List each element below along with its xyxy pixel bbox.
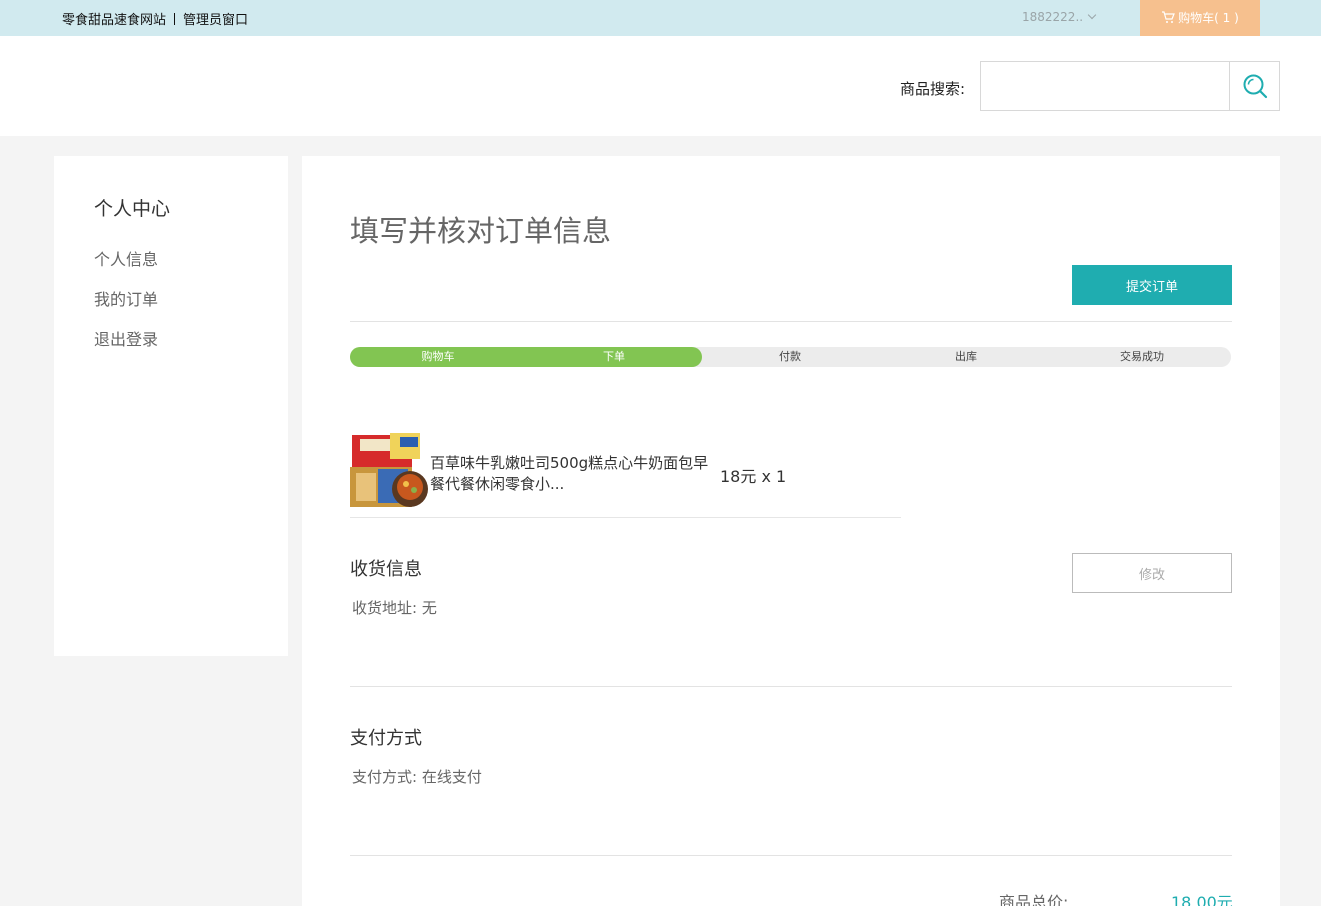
shipping-section-title: 收货信息 (350, 559, 422, 580)
progress-step-shipping: 出库 (955, 350, 977, 363)
submit-order-button[interactable]: 提交订单 (1072, 265, 1232, 305)
sidebar-item-profile[interactable]: 个人信息 (94, 246, 158, 270)
sidebar-title: 个人中心 (94, 198, 171, 220)
payment-method: 支付方式: 在线支付 (352, 766, 482, 787)
header: 商品搜索: (0, 36, 1321, 136)
order-panel: 填写并核对订单信息 提交订单 购物车 下单 付款 出库 交易成功 百草味牛乳嫩吐… (302, 156, 1280, 906)
separator (174, 13, 176, 25)
search-icon (1243, 74, 1267, 99)
chevron-down-icon (1087, 10, 1097, 20)
payment-method-label: 支付方式: (352, 768, 418, 786)
edit-address-button[interactable]: 修改 (1072, 553, 1232, 593)
product-price-quantity: 18元 x 1 (720, 467, 787, 486)
divider (350, 686, 1232, 687)
shipping-address: 收货地址: 无 (352, 597, 437, 618)
admin-window-link[interactable]: 管理员窗口 (183, 13, 248, 28)
cart-icon (1162, 11, 1176, 23)
top-bar: 零食甜品速食网站 管理员窗口 1882222.. 购物车( 1 ) (0, 0, 1321, 36)
username: 1882222.. (1022, 10, 1084, 24)
page-title: 填写并核对订单信息 (350, 214, 612, 248)
cart-label: 购物车( 1 ) (1178, 11, 1239, 25)
product-thumbnail (350, 429, 430, 509)
search-input[interactable] (980, 61, 1230, 111)
user-menu[interactable]: 1882222.. (1022, 10, 1097, 24)
progress-step-payment: 付款 (779, 350, 801, 363)
progress-step-cart: 购物车 (421, 350, 455, 363)
progress-step-success: 交易成功 (1120, 350, 1164, 363)
sidebar-item-logout[interactable]: 退出登录 (94, 326, 158, 350)
order-progress-bar: 购物车 下单 付款 出库 交易成功 (350, 347, 1231, 367)
site-links: 零食甜品速食网站 管理员窗口 (62, 9, 248, 28)
search-button[interactable] (1230, 61, 1280, 111)
payment-method-value: 在线支付 (421, 768, 482, 786)
site-name-link[interactable]: 零食甜品速食网站 (62, 13, 166, 28)
cart-button[interactable]: 购物车( 1 ) (1140, 0, 1260, 36)
address-label: 收货地址: (352, 599, 418, 617)
progress-step-order: 下单 (603, 350, 625, 363)
address-value: 无 (421, 599, 437, 617)
sidebar: 个人中心 个人信息 我的订单 退出登录 (54, 156, 288, 656)
total-price-value: 18.00元 (1171, 893, 1233, 906)
sidebar-item-orders[interactable]: 我的订单 (94, 286, 158, 310)
search-label: 商品搜索: (900, 80, 966, 98)
divider (350, 855, 1232, 856)
total-price-label: 商品总价: (999, 893, 1069, 906)
payment-section-title: 支付方式 (350, 728, 422, 749)
divider (350, 321, 1232, 322)
order-item: 百草味牛乳嫩吐司500g糕点心牛奶面包早餐代餐休闲零食小... 18元 x 1 (350, 429, 901, 518)
product-name[interactable]: 百草味牛乳嫩吐司500g糕点心牛奶面包早餐代餐休闲零食小... (430, 453, 715, 495)
